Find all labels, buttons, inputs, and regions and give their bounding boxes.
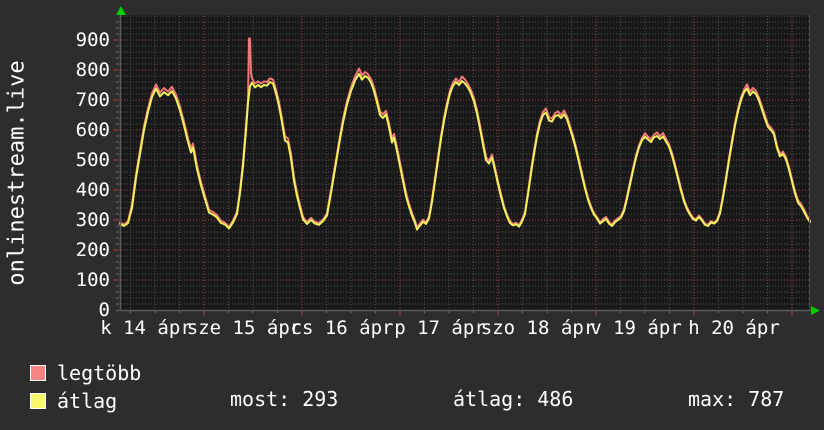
x-tick-label-2: cs 16 ápr xyxy=(290,317,394,339)
y-tick-label-300: 300 xyxy=(75,209,110,231)
y-tick-label-200: 200 xyxy=(75,239,110,261)
stat-max-value: 787 xyxy=(748,387,785,411)
stat-most-label: most: xyxy=(230,387,291,411)
stat-most-value: 293 xyxy=(302,387,339,411)
x-tick-label-3: p 17 ápr xyxy=(394,317,486,339)
legend-swatch-atlag xyxy=(30,393,46,409)
legend-label-legtobb: legtöbb xyxy=(57,361,142,385)
y-tick-label-100: 100 xyxy=(75,269,110,291)
legend-label-atlag: átlag xyxy=(57,389,118,413)
vertical-axis-title: onlinestream.live xyxy=(4,60,30,286)
y-tick-label-900: 900 xyxy=(75,29,110,51)
stat-atlag-value: 486 xyxy=(537,387,574,411)
rrd-graph: onlinestream.live 0 100 200 300 400 500 600 700… xyxy=(0,0,824,430)
x-tick-label-5: v 19 ápr xyxy=(590,317,682,339)
legend-swatch-legtobb xyxy=(30,365,46,381)
y-tick-label-0: 0 xyxy=(98,299,110,321)
y-tick-label-700: 700 xyxy=(75,89,110,111)
stat-atlag: átlag: 486 xyxy=(453,389,573,409)
stat-max: max: 787 xyxy=(688,389,784,409)
y-tick-label-800: 800 xyxy=(75,59,110,81)
y-tick-label-600: 600 xyxy=(75,119,110,141)
y-tick-label-400: 400 xyxy=(75,179,110,201)
chart-canvas xyxy=(120,15,810,310)
x-tick-label-6: h 20 ápr xyxy=(688,317,780,339)
stat-max-label: max: xyxy=(688,387,737,411)
y-tick-label-500: 500 xyxy=(75,149,110,171)
stat-most: most: 293 xyxy=(230,389,338,409)
x-tick-label-0: k 14 ápr xyxy=(100,317,192,339)
y-axis-arrow-icon xyxy=(116,6,126,15)
x-tick-label-4: szo 18 ápr xyxy=(480,317,596,339)
stat-atlag-label: átlag: xyxy=(453,387,526,411)
x-axis-arrow-icon xyxy=(811,306,820,315)
x-tick-label-1: sze 15 ápr xyxy=(186,317,302,339)
